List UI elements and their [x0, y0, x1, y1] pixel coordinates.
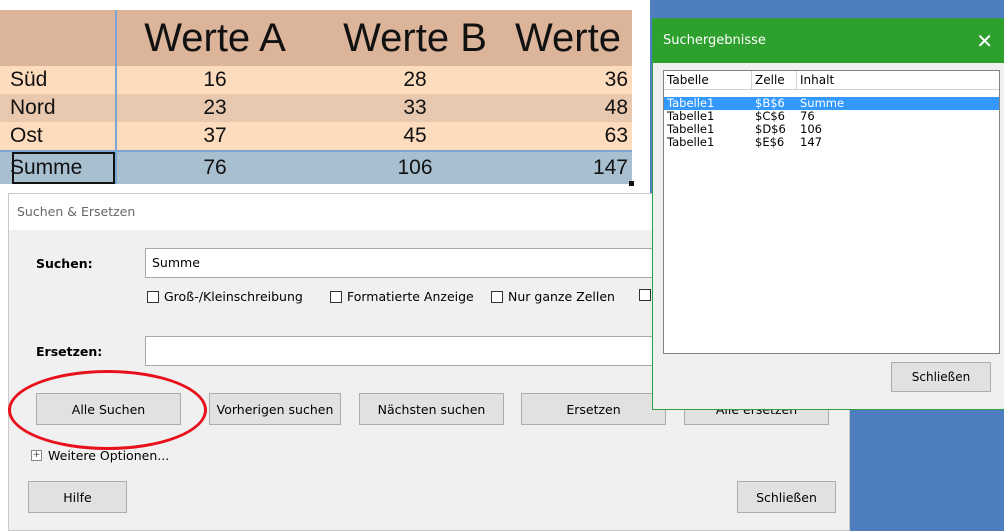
- column-border: [115, 10, 117, 184]
- value-cell[interactable]: 106: [315, 152, 515, 184]
- header-cell-werte-b[interactable]: Werte B: [315, 10, 515, 66]
- row-label-cell[interactable]: Süd: [0, 66, 115, 94]
- value-cell[interactable]: 37: [115, 122, 315, 150]
- value-cell[interactable]: 76: [115, 152, 315, 184]
- value-cell[interactable]: 48: [515, 94, 632, 122]
- find-previous-button[interactable]: Vorherigen suchen: [209, 393, 341, 425]
- header-cell-empty[interactable]: [0, 10, 115, 66]
- header-cell-werte-c[interactable]: Werte C: [515, 10, 632, 66]
- checkbox-label: Formatierte Anzeige: [347, 289, 474, 304]
- close-icon[interactable]: ✕: [976, 19, 993, 63]
- checkbox-label: Nur ganze Zellen: [508, 289, 615, 304]
- results-list[interactable]: Tabelle Zelle Inhalt Tabelle1 $B$6 Summe…: [663, 70, 1000, 354]
- help-button[interactable]: Hilfe: [28, 481, 127, 513]
- value-cell[interactable]: 147: [515, 152, 632, 184]
- annotation-circle: [8, 370, 207, 450]
- table-row: Nord 23 33 48: [0, 94, 632, 122]
- column-header-table[interactable]: Tabelle: [664, 71, 752, 90]
- result-table: Tabelle1: [667, 135, 715, 149]
- search-results-window: Suchergebnisse ✕ Tabelle Zelle Inhalt Ta…: [652, 18, 1004, 410]
- replace-input[interactable]: [145, 336, 665, 366]
- value-cell[interactable]: 36: [515, 66, 632, 94]
- list-item[interactable]: Tabelle1 $E$6 147: [664, 136, 999, 149]
- table-row: Süd 16 28 36: [0, 66, 632, 94]
- row-label-cell[interactable]: Ost: [0, 122, 115, 150]
- result-content: 147: [800, 135, 822, 149]
- column-header-content[interactable]: Inhalt: [797, 71, 999, 90]
- header-row: Werte A Werte B Werte C: [0, 10, 632, 66]
- value-cell[interactable]: 45: [315, 122, 515, 150]
- match-case-checkbox[interactable]: Groß-/Kleinschreibung: [147, 289, 303, 304]
- search-label: Suchen:: [36, 256, 93, 271]
- replace-button[interactable]: Ersetzen: [521, 393, 666, 425]
- column-header-cell[interactable]: Zelle: [752, 71, 797, 90]
- more-options-label: Weitere Optionen...: [48, 448, 170, 463]
- checkbox-box[interactable]: [491, 290, 503, 303]
- entire-cells-checkbox[interactable]: Nur ganze Zellen: [491, 289, 615, 304]
- list-item[interactable]: Tabelle1 $D$6 106: [664, 123, 999, 136]
- value-cell[interactable]: 23: [115, 94, 315, 122]
- checkbox-box[interactable]: [147, 290, 159, 303]
- cell-cursor: [12, 152, 115, 184]
- checkbox-box[interactable]: [639, 289, 651, 301]
- close-button[interactable]: Schließen: [737, 481, 836, 513]
- value-cell[interactable]: 28: [315, 66, 515, 94]
- value-cell[interactable]: 16: [115, 66, 315, 94]
- fill-handle[interactable]: [629, 181, 634, 186]
- more-options-expander[interactable]: + Weitere Optionen...: [31, 448, 169, 463]
- find-next-button[interactable]: Nächsten suchen: [359, 393, 504, 425]
- value-cell[interactable]: 33: [315, 94, 515, 122]
- header-cell-werte-a[interactable]: Werte A: [115, 10, 315, 66]
- table-row: Ost 37 45 63: [0, 122, 632, 150]
- list-item[interactable]: Tabelle1 $C$6 76: [664, 110, 999, 123]
- checkbox-label: Groß-/Kleinschreibung: [164, 289, 303, 304]
- row-label-cell[interactable]: Nord: [0, 94, 115, 122]
- formatted-display-checkbox[interactable]: Formatierte Anzeige: [330, 289, 474, 304]
- replace-label: Ersetzen:: [36, 344, 103, 359]
- results-title: Suchergebnisse: [653, 19, 1004, 63]
- partial-checkbox[interactable]: [639, 289, 651, 301]
- checkbox-box[interactable]: [330, 290, 342, 303]
- expand-plus-icon[interactable]: +: [31, 450, 42, 461]
- search-input[interactable]: Summe: [145, 248, 665, 278]
- result-cell: $E$6: [755, 135, 785, 149]
- spreadsheet-grid: Werte A Werte B Werte C Süd 16 28 36 Nor…: [0, 0, 640, 192]
- results-close-button[interactable]: Schließen: [891, 362, 991, 392]
- value-cell[interactable]: 63: [515, 122, 632, 150]
- list-item[interactable]: Tabelle1 $B$6 Summe: [664, 97, 999, 110]
